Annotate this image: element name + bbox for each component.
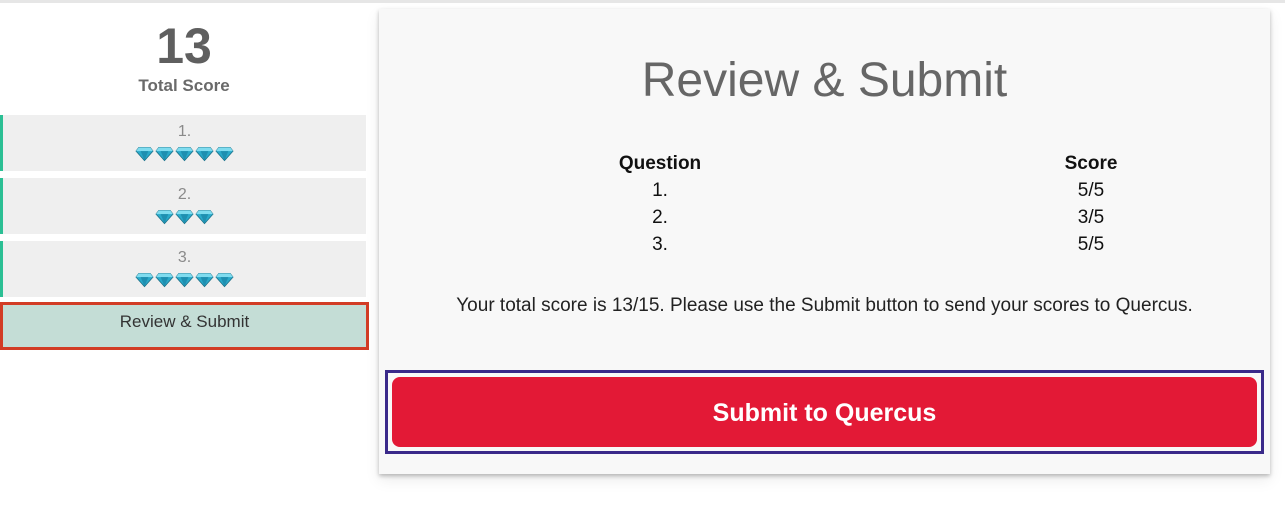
question-number: 3. bbox=[177, 249, 192, 266]
gem-rating bbox=[3, 206, 366, 228]
diamond-gem-icon bbox=[175, 209, 194, 224]
sidebar-item-question-2[interactable]: 2. bbox=[0, 178, 366, 234]
score-cell: 3/5 bbox=[1077, 207, 1105, 228]
score-header: Score bbox=[1064, 153, 1118, 174]
sidebar-item-question-1[interactable]: 1. bbox=[0, 115, 366, 171]
question-number: 1. bbox=[177, 123, 192, 140]
diamond-gem-icon bbox=[135, 146, 154, 161]
page-title: Review & Submit bbox=[641, 54, 1008, 107]
submit-highlight-frame: Submit to Quercus bbox=[385, 370, 1264, 454]
diamond-gem-icon bbox=[215, 146, 234, 161]
score-cell: 5/5 bbox=[1077, 234, 1105, 255]
submit-to-quercus-button[interactable]: Submit to Quercus bbox=[392, 377, 1257, 447]
question-header: Question bbox=[618, 153, 702, 174]
question-cell: 2. bbox=[652, 207, 668, 228]
diamond-gem-icon bbox=[195, 146, 214, 161]
sidebar: 13 Total Score 1. 2. 3. Review & Submit bbox=[0, 0, 370, 508]
diamond-gem-icon bbox=[175, 146, 194, 161]
score-cell: 5/5 bbox=[1077, 180, 1105, 201]
total-score-value: 13 bbox=[156, 18, 212, 74]
diamond-gem-icon bbox=[135, 272, 154, 287]
total-summary-text: Your total score is 13/15. Please use th… bbox=[456, 295, 1193, 316]
diamond-gem-icon bbox=[155, 146, 174, 161]
review-submit-label: Review & Submit bbox=[119, 312, 250, 331]
review-panel: Review & Submit Question 1. 2. 3. Score … bbox=[379, 9, 1270, 474]
diamond-gem-icon bbox=[175, 272, 194, 287]
question-number: 2. bbox=[177, 186, 192, 203]
sidebar-item-review-submit[interactable]: Review & Submit bbox=[0, 302, 369, 350]
question-cell: 1. bbox=[652, 180, 668, 201]
gem-rating bbox=[3, 269, 366, 291]
question-column: Question 1. 2. 3. bbox=[560, 150, 760, 258]
diamond-gem-icon bbox=[155, 209, 174, 224]
diamond-gem-icon bbox=[215, 272, 234, 287]
diamond-gem-icon bbox=[155, 272, 174, 287]
diamond-gem-icon bbox=[195, 209, 214, 224]
question-cell: 3. bbox=[652, 234, 668, 255]
sidebar-item-question-3[interactable]: 3. bbox=[0, 241, 366, 297]
diamond-gem-icon bbox=[195, 272, 214, 287]
score-column: Score 5/5 3/5 5/5 bbox=[991, 150, 1191, 258]
gem-rating bbox=[3, 143, 366, 165]
total-score-label: Total Score bbox=[138, 76, 230, 95]
